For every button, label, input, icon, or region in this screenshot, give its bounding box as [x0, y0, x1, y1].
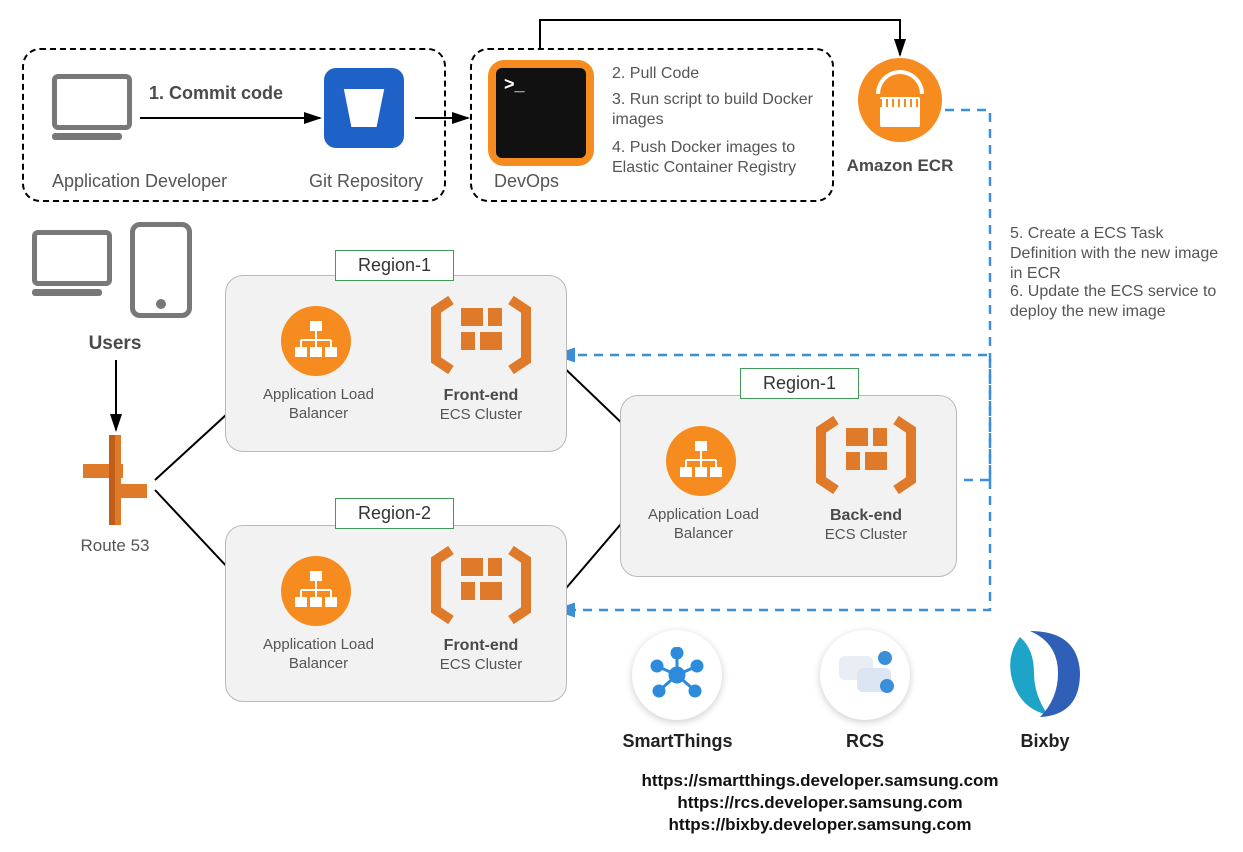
- users-phone-icon: [130, 222, 192, 318]
- ecs-frontend-title-r1: Front-end: [426, 386, 536, 406]
- alb-icon: [281, 556, 351, 626]
- region2-frontend-box: Application Load Balancer Front-end ECS …: [225, 525, 567, 702]
- smartthings-label: SmartThings: [605, 730, 750, 753]
- alb-icon: [281, 306, 351, 376]
- ecr-icon: [858, 58, 942, 142]
- users-label: Users: [60, 332, 170, 356]
- diagram-stage: 1. Commit code Application Developer Git…: [0, 0, 1243, 852]
- ecs-backend-title: Back-end: [811, 506, 921, 526]
- alb-label-r1f: Application Load Balancer: [261, 386, 376, 424]
- devops-box: >_ 2. Pull Code 3. Run script to build D…: [470, 48, 834, 202]
- side-step-6: 6. Update the ECS service to deploy the …: [1010, 282, 1230, 322]
- app-developer-label: Application Developer: [52, 170, 227, 193]
- ecs-backend-sub: ECS Cluster: [811, 526, 921, 545]
- ecr-label: Amazon ECR: [845, 155, 955, 176]
- smartthings-icon: [632, 630, 722, 720]
- git-repo-label: Git Repository: [309, 170, 423, 193]
- alb-icon: [666, 426, 736, 496]
- terminal-icon: >_: [488, 60, 594, 166]
- rcs-label: RCS: [805, 730, 925, 753]
- devops-step-4: 4. Push Docker images to Elastic Contain…: [612, 138, 827, 178]
- alb-label-r2: Application Load Balancer: [261, 636, 376, 674]
- devops-step-3: 3. Run script to build Docker images: [612, 90, 817, 130]
- side-step-5: 5. Create a ECS Task Definition with the…: [1010, 224, 1230, 284]
- alb-label-backend: Application Load Balancer: [646, 506, 761, 544]
- ecs-frontend-sub-r1: ECS Cluster: [426, 406, 536, 425]
- url-smartthings: https://smartthings.developer.samsung.co…: [560, 770, 1080, 791]
- ecs-frontend-icon-r1: [426, 290, 536, 385]
- region1-frontend-box: Application Load Balancer Front-end ECS …: [225, 275, 567, 452]
- rcs-icon: [820, 630, 910, 720]
- region2-tag: Region-2: [335, 498, 454, 529]
- bixby-icon: [1000, 625, 1090, 730]
- git-repo-icon: [324, 68, 404, 148]
- region1-tag-backend: Region-1: [740, 368, 859, 399]
- desktop-icon: [52, 74, 132, 140]
- region1-backend-box: Application Load Balancer Back-end ECS C…: [620, 395, 957, 577]
- route53-icon: [75, 430, 155, 535]
- bixby-label: Bixby: [990, 730, 1100, 753]
- devops-step-2: 2. Pull Code: [612, 64, 817, 84]
- ecs-frontend-sub-r2: ECS Cluster: [426, 656, 536, 675]
- region1-tag-frontend: Region-1: [335, 250, 454, 281]
- devops-label: DevOps: [494, 170, 559, 193]
- ecs-backend-icon: [811, 410, 921, 505]
- url-bixby: https://bixby.developer.samsung.com: [560, 814, 1080, 835]
- users-desktop-icon: [32, 230, 112, 296]
- ecs-frontend-title-r2: Front-end: [426, 636, 536, 656]
- commit-label: 1. Commit code: [149, 82, 283, 105]
- url-rcs: https://rcs.developer.samsung.com: [560, 792, 1080, 813]
- app-developer-box: 1. Commit code Application Developer Git…: [22, 48, 446, 202]
- ecs-frontend-icon-r2: [426, 540, 536, 635]
- route53-label: Route 53: [70, 535, 160, 556]
